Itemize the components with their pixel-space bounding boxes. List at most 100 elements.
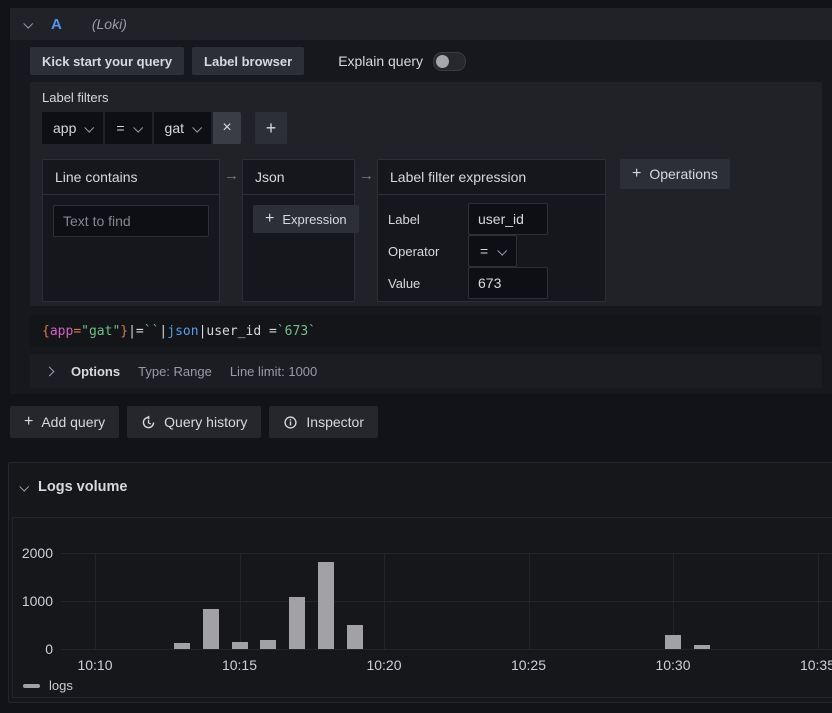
plus-icon: + [265, 210, 274, 228]
collapse-query-icon[interactable] [23, 18, 33, 28]
code-token: } [120, 324, 128, 339]
logs-volume-title: Logs volume [38, 479, 127, 495]
chart-bar [174, 643, 190, 649]
query-history-button[interactable]: Query history [127, 406, 261, 438]
plus-icon: + [24, 413, 33, 431]
operations-pipeline: Line contains → Json + Expression [42, 159, 810, 302]
logs-volume-header[interactable]: Logs volume [9, 463, 832, 495]
label-field-name: Label [388, 212, 468, 227]
x-tick-label: 10:25 [489, 657, 569, 673]
operation-card-header[interactable]: Label filter expression [378, 160, 605, 195]
operation-card-label-filter-expression: Label filter expression Label Operator = [377, 159, 606, 302]
operation-card-line-contains: Line contains [42, 159, 220, 302]
toggle-knob [436, 55, 449, 68]
grid-line-h [61, 553, 832, 554]
remove-filter-button[interactable]: × [213, 112, 241, 144]
plus-icon: + [266, 118, 277, 138]
filter-label-select[interactable]: app [42, 112, 103, 144]
query-builder-panel: Label filters app = gat × + Line contain… [30, 82, 822, 306]
options-type: Type: Range [138, 364, 212, 379]
query-toolbar: Kick start your query Label browser Expl… [30, 47, 822, 75]
logs-volume-section: Logs volume logs 01000200010:1010:1510:2… [8, 462, 832, 703]
chart-bar [232, 642, 248, 649]
code-token: `` [144, 324, 160, 339]
add-expression-button[interactable]: + Expression [253, 205, 359, 233]
add-query-button[interactable]: + Add query [10, 406, 119, 438]
query-code-preview[interactable]: {app="gat"} |= `` | json | user_id = `67… [30, 315, 822, 347]
code-token: json [167, 324, 198, 339]
chevron-down-icon [192, 122, 202, 132]
pipeline-arrow-icon: → [224, 167, 238, 184]
grid-line-v [95, 553, 96, 649]
history-icon [141, 415, 156, 430]
grid-line-v [384, 553, 385, 649]
code-token: { [42, 324, 50, 339]
code-token: `673` [277, 324, 316, 339]
operation-card-header[interactable]: Line contains [43, 160, 219, 195]
line-contains-input[interactable] [53, 205, 209, 237]
kick-start-query-button[interactable]: Kick start your query [30, 47, 184, 75]
explain-query-label: Explain query [338, 53, 423, 69]
inspector-button[interactable]: Inspector [269, 406, 378, 438]
code-token: "gat" [81, 324, 120, 339]
operator-field-name: Operator [388, 244, 468, 259]
label-field-input[interactable] [468, 203, 548, 235]
chevron-right-icon [45, 366, 55, 376]
chevron-down-icon [85, 122, 95, 132]
code-token: |= [128, 324, 144, 339]
chart-bar [203, 609, 219, 649]
x-tick-label: 10:10 [55, 657, 135, 673]
value-field-input[interactable] [468, 267, 548, 299]
logs-volume-chart[interactable]: logs 01000200010:1010:1510:2010:2510:301… [12, 517, 832, 698]
options-line-limit: Line limit: 1000 [230, 364, 317, 379]
operation-card-header[interactable]: Json [243, 160, 354, 195]
explain-query-toggle[interactable] [433, 52, 466, 71]
plus-icon: + [632, 165, 641, 183]
close-icon: × [222, 119, 231, 136]
filter-operator-select[interactable]: = [105, 112, 151, 144]
value-field-name: Value [388, 276, 468, 291]
x-tick-label: 10:30 [633, 657, 713, 673]
label-filter-row: app = gat × + [42, 112, 810, 144]
grid-line-v [818, 553, 819, 649]
chart-bar [347, 625, 363, 649]
options-label: Options [71, 364, 120, 379]
operator-select[interactable]: = [468, 235, 517, 267]
code-token: | [159, 324, 167, 339]
chevron-down-icon [497, 245, 507, 255]
pipeline-arrow-icon: → [359, 167, 373, 184]
label-filters-title: Label filters [42, 90, 810, 105]
label-browser-button[interactable]: Label browser [192, 47, 304, 75]
operation-card-json: Json + Expression [242, 159, 355, 302]
code-token: = [73, 324, 81, 339]
grid-line-h [61, 649, 832, 650]
grid-line-v [240, 553, 241, 649]
query-ref-id[interactable]: A [51, 16, 62, 33]
filter-value-select[interactable]: gat [154, 112, 211, 144]
add-filter-button[interactable]: + [255, 112, 287, 144]
x-tick-label: 10:20 [344, 657, 424, 673]
grid-line-h [61, 601, 832, 602]
legend-series-swatch [23, 684, 40, 688]
chevron-down-icon [133, 122, 143, 132]
query-options-row[interactable]: Options Type: Range Line limit: 1000 [30, 354, 822, 388]
chart-legend[interactable]: logs [23, 678, 73, 693]
chart-bar [318, 562, 334, 649]
query-header: A (Loki) [10, 8, 832, 40]
code-token: user_id = [206, 324, 276, 339]
add-operations-button[interactable]: + Operations [620, 159, 730, 189]
collapse-logs-volume-icon [19, 481, 29, 491]
chart-bar [289, 597, 305, 649]
grid-line-v [529, 553, 530, 649]
chart-bar [694, 645, 710, 649]
legend-series-label: logs [49, 678, 73, 693]
chart-bar [665, 635, 681, 649]
chart-bar [260, 640, 276, 649]
code-token: app [50, 324, 73, 339]
y-tick-label: 2000 [13, 545, 53, 561]
y-tick-label: 1000 [13, 593, 53, 609]
x-tick-label: 10:35 [778, 657, 832, 673]
query-actions: + Add query Query history Inspector [10, 406, 378, 438]
datasource-name: (Loki) [92, 16, 127, 32]
query-editor-row: A (Loki) Kick start your query Label bro… [10, 8, 832, 394]
